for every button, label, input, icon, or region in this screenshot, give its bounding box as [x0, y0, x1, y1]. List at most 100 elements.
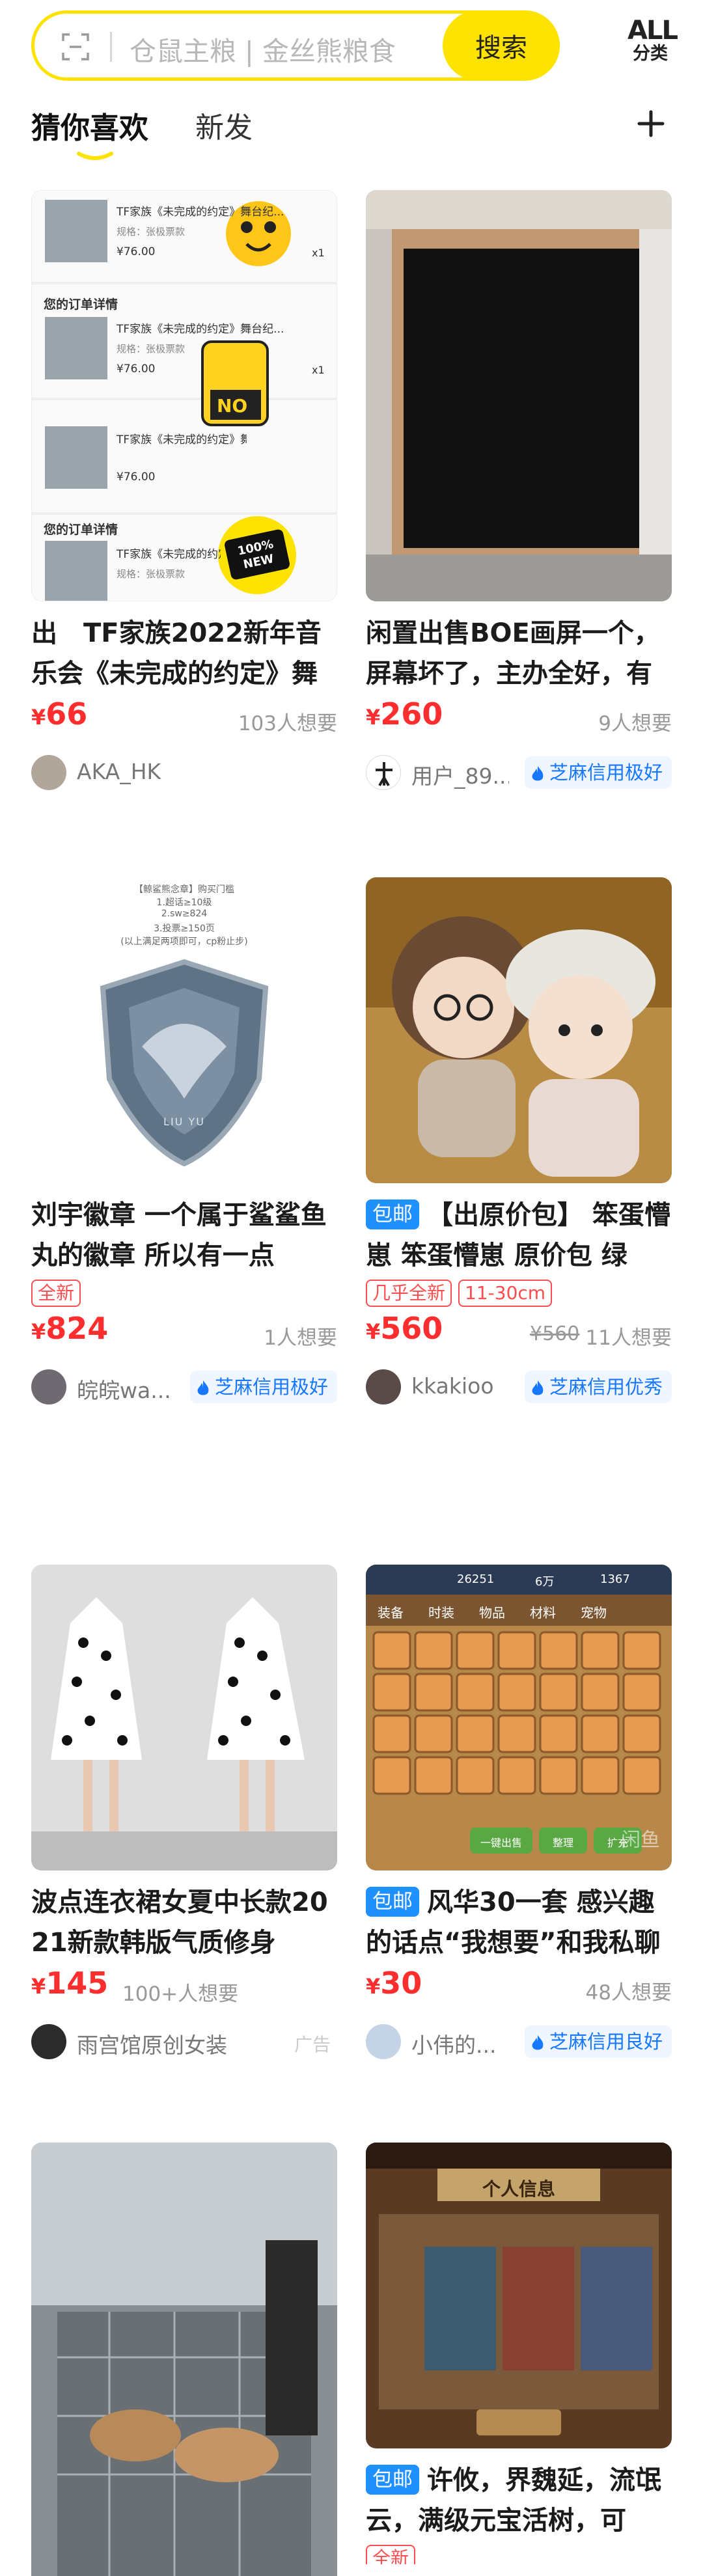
- game-tab: 宠物: [581, 1605, 607, 1621]
- product-card[interactable]: 闲置出售BOE画屏一个，屏幕坏了，主办全好，有 ¥260 9人想要 用户_89.…: [366, 190, 672, 797]
- condition-tag: 全新: [31, 1280, 81, 1307]
- search-input[interactable]: 仓鼠主粮 | 金丝熊粮食: [130, 29, 396, 68]
- scan-icon[interactable]: [62, 33, 89, 61]
- receipt-price-line: ¥76.00: [117, 245, 156, 258]
- price-row: ¥824 1人想要: [31, 1311, 337, 1356]
- seller-name[interactable]: AKA_HK: [77, 759, 161, 784]
- credit-badge: 芝麻信用优秀: [524, 1371, 672, 1403]
- badge-note-line: 【鲸鲨熊念章】购买门槛: [134, 884, 234, 895]
- seller-row[interactable]: 皖皖wa... 芝麻信用极好: [31, 1365, 337, 1411]
- seller-row[interactable]: kkakioo 芝麻信用优秀: [366, 1365, 672, 1411]
- tag-row: 几乎全新 11-30cm: [366, 1280, 672, 1308]
- tag-row: 全新: [366, 2545, 672, 2564]
- tab-new[interactable]: 新发: [195, 104, 253, 146]
- product-image[interactable]: [366, 190, 672, 601]
- all-category-label: ALL: [627, 16, 678, 46]
- receipt-spec-line: 规格：张极票款: [117, 568, 186, 580]
- product-image[interactable]: [31, 2143, 337, 2576]
- seller-row[interactable]: 雨宫馆原创女装 广告: [31, 2020, 337, 2066]
- seller-name[interactable]: kkakioo: [411, 1373, 494, 1399]
- credit-badge: 芝麻信用良好: [524, 2025, 672, 2058]
- avatar[interactable]: [31, 2024, 66, 2059]
- credit-label: 芝麻信用优秀: [549, 1376, 663, 1398]
- price-symbol: ¥: [31, 705, 46, 730]
- price-row: ¥560 ¥560 11人想要: [366, 1311, 672, 1356]
- all-category-button[interactable]: ALL 分类: [627, 16, 678, 64]
- watermark: 闲鱼: [621, 1829, 660, 1852]
- product-image[interactable]: [31, 1565, 337, 1870]
- dress-image: [31, 1565, 337, 1870]
- avatar[interactable]: [31, 1369, 66, 1404]
- product-card[interactable]: 个人信息 包邮 许攸，界魏延，流氓云，满级元宝活树，可 全新: [366, 2143, 672, 2564]
- receipt-section-title: 您的订单详情: [44, 523, 118, 537]
- want-count: 11人想要: [585, 1326, 672, 1350]
- screen-panel-image: [366, 190, 672, 601]
- product-card[interactable]: 您的订单详情 您的订单详情 TF家族《未完成的约定》舞台纪... 规格：张极票款…: [31, 190, 337, 797]
- product-image[interactable]: 26251 6万 1367 装备 时装 物品 材料 宠物 一键出售 整理 扩充 …: [366, 1565, 672, 1870]
- seller-row[interactable]: 小伟的... 芝麻信用良好: [366, 2020, 672, 2066]
- avatar[interactable]: [366, 1369, 401, 1404]
- seller-name[interactable]: 雨宫馆原创女装: [77, 2028, 227, 2059]
- receipt-product-line: TF家族《未完成的约定》舞台纪...: [117, 548, 221, 561]
- price-value: 30: [380, 1966, 422, 2001]
- seller-name[interactable]: 小伟的...: [411, 2028, 496, 2059]
- game-stat: 1367: [600, 1572, 630, 1586]
- seller-row[interactable]: AKA_HK: [31, 751, 337, 797]
- receipt-price-line: ¥76.00: [117, 363, 156, 376]
- product-title[interactable]: 包邮 许攸，界魏延，流氓云，满级元宝活树，可: [366, 2460, 672, 2541]
- product-card[interactable]: 【鲸鲨熊念章】购买门槛 1.超话≥10级 2.sw≥824 3.投票≥150页 …: [31, 877, 337, 1411]
- price-row: ¥66 103人想要: [31, 696, 337, 742]
- avatar[interactable]: [31, 755, 66, 790]
- price-symbol: ¥: [31, 1319, 46, 1344]
- plus-icon[interactable]: [635, 108, 667, 139]
- game-stat: 26251: [457, 1572, 495, 1586]
- condition-tag: 全新: [366, 2545, 416, 2564]
- tab-guess-you-like[interactable]: 猜你喜欢: [31, 104, 148, 146]
- price-value: 145: [46, 1966, 109, 2001]
- credit-label: 芝麻信用极好: [214, 1376, 328, 1398]
- want-count: 100+人想要: [122, 1982, 239, 2006]
- price-value: 260: [380, 696, 443, 732]
- seller-name[interactable]: 皖皖wa...: [77, 1373, 171, 1404]
- product-title[interactable]: 出 TF家族2022新年音乐会《未完成的约定》舞: [31, 613, 337, 694]
- product-title[interactable]: 刘宇徽章 一个属于鲨鲨鱼丸的徽章 所以有一点: [31, 1195, 337, 1276]
- all-category-sublabel: 分类: [633, 44, 668, 64]
- game-stat: 6万: [535, 1575, 555, 1589]
- tab-active-indicator: [77, 152, 113, 160]
- seller-row[interactable]: 用户_89... 芝麻信用极好: [366, 751, 672, 797]
- price-row: ¥30 48人想要: [366, 1966, 672, 2011]
- product-title[interactable]: 包邮 【出原价包】 笨蛋懵崽 笨蛋懵崽 原价包 绿: [366, 1195, 672, 1276]
- product-image[interactable]: 个人信息: [366, 2143, 672, 2448]
- search-divider: [110, 32, 112, 62]
- price-row: ¥260 9人想要: [366, 696, 672, 742]
- product-card[interactable]: 26251 6万 1367 装备 时装 物品 材料 宠物 一键出售 整理 扩充 …: [366, 1565, 672, 2066]
- product-title[interactable]: 闲置出售BOE画屏一个，屏幕坏了，主办全好，有: [366, 613, 672, 694]
- search-bar[interactable]: 仓鼠主粮 | 金丝熊粮食 搜索: [31, 10, 560, 81]
- product-card[interactable]: 包邮 【出原价包】 笨蛋懵崽 笨蛋懵崽 原价包 绿 几乎全新 11-30cm ¥56…: [366, 877, 672, 1411]
- search-button[interactable]: 搜索: [443, 10, 560, 81]
- product-card[interactable]: [31, 2143, 337, 2576]
- avatar-figure-icon: [376, 762, 393, 787]
- game-tab: 装备: [378, 1605, 404, 1621]
- flame-icon: [532, 766, 544, 781]
- seller-name[interactable]: 用户_89...: [411, 759, 509, 790]
- avatar[interactable]: [366, 2024, 401, 2059]
- receipt-section-title: 您的订单详情: [44, 297, 118, 312]
- free-shipping-badge: 包邮: [366, 1199, 419, 1229]
- product-image[interactable]: [366, 877, 672, 1183]
- game-tab: 时装: [428, 1605, 454, 1621]
- product-title[interactable]: 包邮 风华30一套 感兴趣的话点“我想要”和我私聊: [366, 1882, 672, 1963]
- receipt-product-line: TF家族《未完成的约定》舞台纪...: [117, 206, 284, 219]
- sticker-no-text: NO: [217, 395, 248, 417]
- price-symbol: ¥: [366, 705, 381, 730]
- badge-note-line: 3.投票≥150页: [154, 924, 215, 934]
- product-card[interactable]: 波点连衣裙女夏中长款2021新款韩版气质修身 ¥145 100+人想要 雨宫馆原…: [31, 1565, 337, 2066]
- want-count: 1人想要: [264, 1326, 337, 1350]
- product-image[interactable]: 【鲸鲨熊念章】购买门槛 1.超话≥10级 2.sw≥824 3.投票≥150页 …: [31, 877, 337, 1183]
- flame-icon: [532, 1380, 544, 1395]
- avatar[interactable]: [366, 755, 401, 790]
- receipt-product-line: TF家族《未完成的约定》舞台纪...: [117, 323, 284, 336]
- badge-note-line: 1.超话≥10级: [156, 897, 212, 908]
- product-image[interactable]: 您的订单详情 您的订单详情 TF家族《未完成的约定》舞台纪... 规格：张极票款…: [31, 190, 337, 601]
- product-title[interactable]: 波点连衣裙女夏中长款2021新款韩版气质修身: [31, 1882, 337, 1963]
